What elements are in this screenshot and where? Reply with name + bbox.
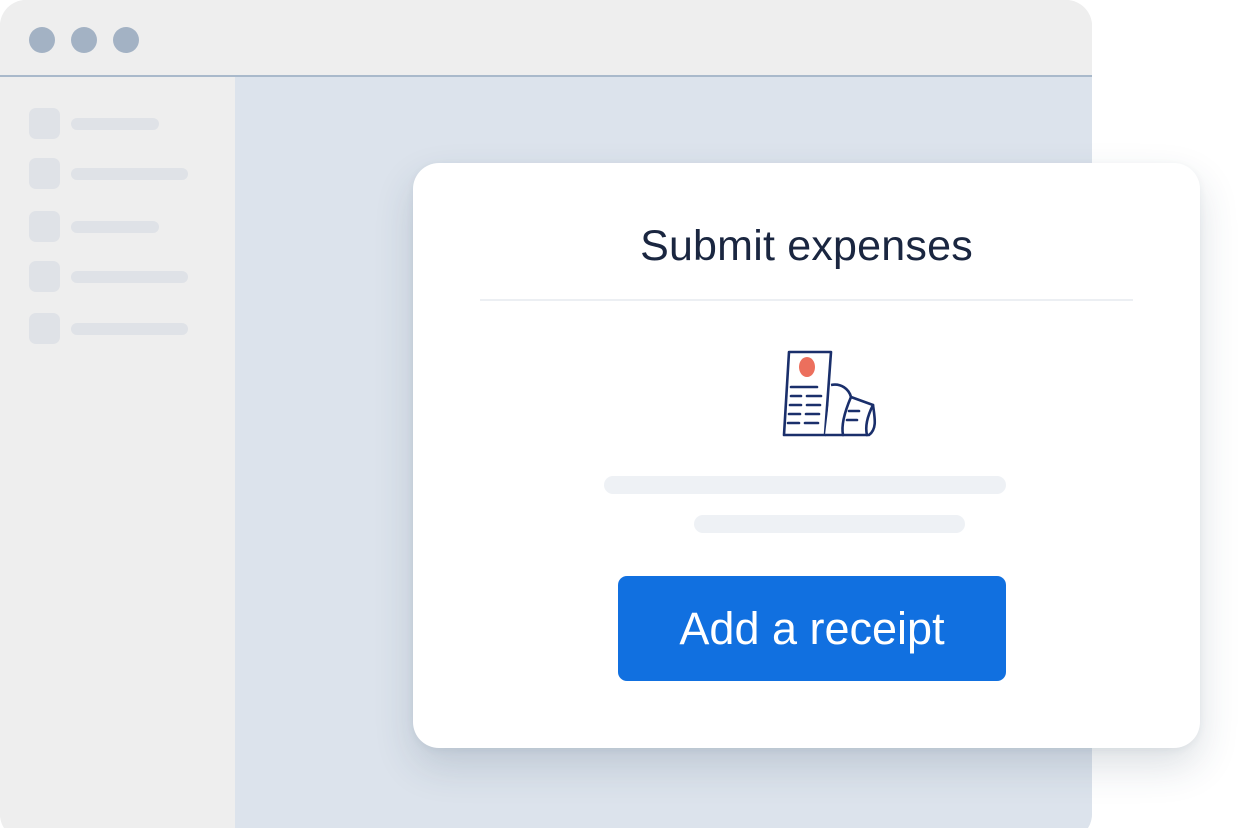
sidebar-item[interactable]	[29, 158, 209, 189]
window-control-dot[interactable]	[29, 27, 55, 53]
sidebar-item[interactable]	[29, 261, 209, 292]
sidebar	[0, 77, 235, 828]
sidebar-item[interactable]	[29, 108, 209, 139]
sidebar-item-placeholder-icon	[29, 158, 60, 189]
sidebar-item-placeholder-icon	[29, 313, 60, 344]
receipt-icon	[782, 350, 877, 437]
sidebar-item-placeholder-icon	[29, 211, 60, 242]
dialog-title: Submit expenses	[640, 222, 973, 270]
text-placeholder-line	[694, 515, 965, 533]
window-control-dot[interactable]	[71, 27, 97, 53]
submit-expenses-dialog: Submit expenses Add a receipt	[413, 163, 1200, 748]
sidebar-item[interactable]	[29, 211, 209, 242]
stage: Submit expenses Add a receipt	[0, 0, 1248, 828]
text-placeholder-line	[604, 476, 1006, 494]
sidebar-item-placeholder-label	[71, 118, 159, 130]
dialog-divider	[480, 299, 1133, 301]
window-titlebar	[0, 0, 1092, 77]
sidebar-item-placeholder-label	[71, 323, 188, 335]
sidebar-item-placeholder-icon	[29, 108, 60, 139]
window-control-dot[interactable]	[113, 27, 139, 53]
sidebar-item-placeholder-icon	[29, 261, 60, 292]
sidebar-item-placeholder-label	[71, 221, 159, 233]
add-receipt-button[interactable]: Add a receipt	[618, 576, 1006, 681]
sidebar-item-placeholder-label	[71, 271, 188, 283]
sidebar-item-placeholder-label	[71, 168, 188, 180]
sidebar-item[interactable]	[29, 313, 209, 344]
